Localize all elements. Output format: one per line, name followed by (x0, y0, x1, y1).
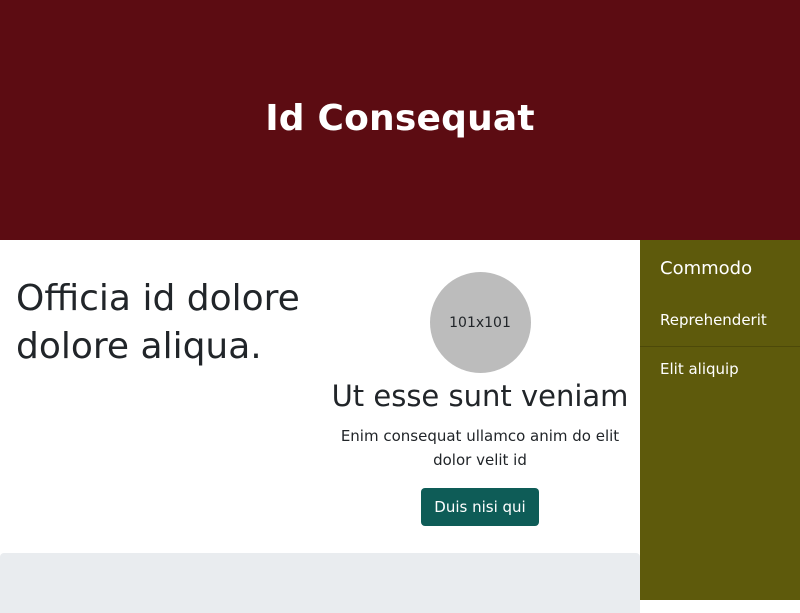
page-header: Id Consequat (0, 0, 800, 240)
page-title: Id Consequat (265, 97, 535, 139)
main-headline: Officia id dolore dolore aliqua. (16, 278, 300, 367)
avatar-placeholder-label: 101x101 (449, 314, 511, 331)
feature-card: 101x101 Ut esse sunt veniam Enim consequ… (320, 272, 640, 526)
card-title: Ut esse sunt veniam (331, 379, 629, 413)
sidebar-item-reprehenderit[interactable]: Reprehenderit (640, 298, 800, 346)
card-text: Enim consequat ullamco anim do elit dolo… (340, 427, 620, 469)
card-action-button[interactable]: Duis nisi qui (421, 488, 539, 526)
avatar-placeholder: 101x101 (429, 272, 531, 373)
sidebar-heading: Commodo (660, 258, 753, 279)
bottom-panel (0, 553, 640, 613)
sidebar-item-elit-aliquip[interactable]: Elit aliquip (640, 347, 800, 395)
sidebar: Commodo Reprehenderit Elit aliquip (640, 240, 800, 600)
main-content: Officia id dolore dolore aliqua. 101x101… (0, 240, 640, 613)
